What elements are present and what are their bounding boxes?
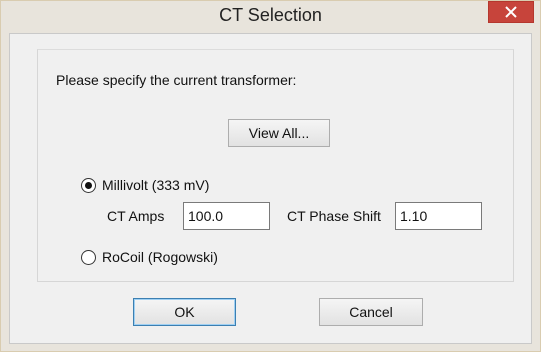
radio-rocoil-indicator[interactable]: [81, 249, 96, 265]
radio-millivolt-indicator[interactable]: [81, 177, 96, 193]
radio-rocoil[interactable]: RoCoil (Rogowski): [81, 249, 218, 265]
close-icon: [505, 6, 517, 18]
ct-amps-label: CT Amps: [107, 208, 165, 224]
ct-phase-shift-label: CT Phase Shift: [287, 208, 381, 224]
radio-millivolt-label: Millivolt (333 mV): [102, 177, 210, 193]
radio-rocoil-label: RoCoil (Rogowski): [102, 249, 218, 265]
ok-button[interactable]: OK: [133, 298, 236, 326]
dialog-title: CT Selection: [219, 5, 322, 25]
cancel-button[interactable]: Cancel: [319, 298, 423, 326]
ct-phase-shift-field[interactable]: [395, 202, 482, 230]
title-bar[interactable]: CT Selection: [1, 1, 540, 33]
close-button[interactable]: [488, 1, 534, 23]
groupbox-label: Please specify the current transformer:: [56, 72, 297, 88]
ct-amps-field[interactable]: [183, 202, 270, 230]
view-all-button[interactable]: View All...: [228, 119, 330, 147]
dialog-window: CT Selection Please specify the current …: [0, 0, 541, 352]
radio-millivolt[interactable]: Millivolt (333 mV): [81, 177, 209, 193]
